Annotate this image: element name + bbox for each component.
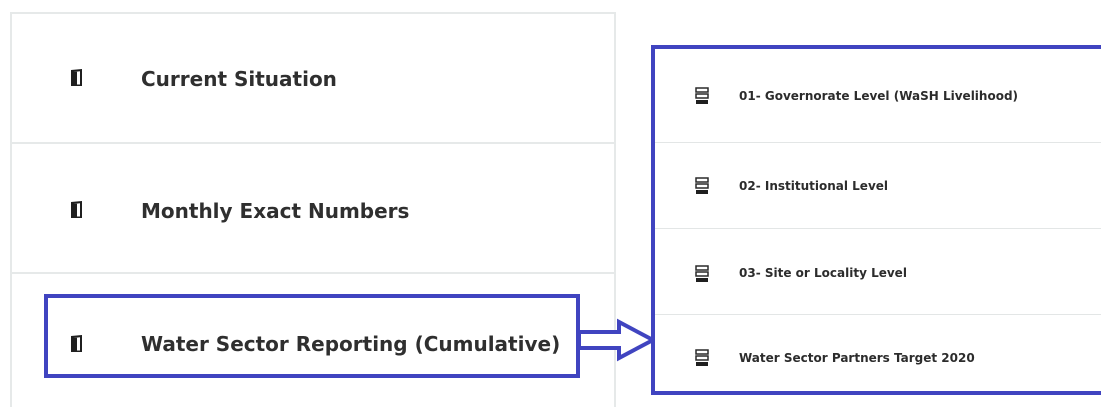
report-icon bbox=[695, 265, 709, 282]
document-icon bbox=[71, 69, 82, 86]
category-label: Monthly Exact Numbers bbox=[141, 199, 410, 223]
report-category-list: Current Situation Monthly Exact Numbers … bbox=[10, 12, 616, 407]
document-icon bbox=[71, 335, 82, 352]
category-label: Water Sector Reporting (Cumulative) bbox=[141, 332, 561, 356]
report-label: 02- Institutional Level bbox=[739, 179, 889, 193]
category-label: Current Situation bbox=[141, 67, 337, 91]
report-label: Water Sector Partners Target 2020 bbox=[739, 351, 975, 365]
report-item-partners-target-2020[interactable]: Water Sector Partners Target 2020 bbox=[655, 315, 1101, 395]
report-label: 03- Site or Locality Level bbox=[739, 266, 907, 280]
report-icon bbox=[695, 349, 709, 366]
report-icon bbox=[695, 87, 709, 104]
category-item-water-sector-reporting[interactable]: Water Sector Reporting (Cumulative) bbox=[12, 274, 614, 409]
report-label: 01- Governorate Level (WaSH Livelihood) bbox=[739, 89, 1019, 103]
report-icon bbox=[695, 177, 709, 194]
document-icon bbox=[71, 201, 82, 218]
report-item-governorate-level[interactable]: 01- Governorate Level (WaSH Livelihood) bbox=[655, 49, 1101, 143]
category-item-current-situation[interactable]: Current Situation bbox=[12, 14, 614, 144]
report-item-institutional-level[interactable]: 02- Institutional Level bbox=[655, 143, 1101, 229]
right-arrow-icon bbox=[577, 318, 657, 362]
sub-report-list: 01- Governorate Level (WaSH Livelihood) … bbox=[651, 45, 1101, 395]
report-item-site-locality-level[interactable]: 03- Site or Locality Level bbox=[655, 229, 1101, 315]
category-item-monthly-exact-numbers[interactable]: Monthly Exact Numbers bbox=[12, 144, 614, 274]
